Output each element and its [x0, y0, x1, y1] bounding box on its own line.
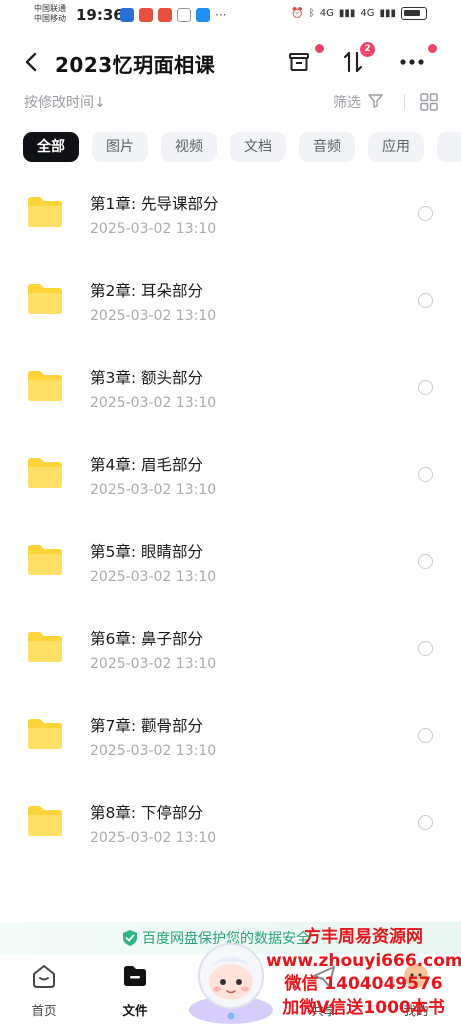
app-notification-icon: [196, 8, 210, 22]
home-icon: [33, 965, 55, 988]
file-name: 第2章: 耳朵部分: [90, 282, 204, 300]
folder-icon: [28, 197, 62, 227]
select-radio[interactable]: [418, 467, 433, 482]
signal-1: 4G: [319, 8, 334, 19]
folder-icon: [28, 458, 62, 488]
watermark-line: www.zhouyi666.com: [266, 950, 461, 971]
nav-files-label: 文件: [122, 1003, 148, 1018]
watermark-line: 方丰周易资源网: [304, 927, 423, 947]
signal-icon: ▮▮▮: [379, 8, 396, 19]
app-notification-icon: [120, 8, 134, 22]
file-name: 第3章: 额头部分: [90, 369, 204, 387]
system-status: ⏰ ᛒ 4G ▮▮▮ 4G ▮▮▮: [291, 7, 427, 20]
nav-files[interactable]: 文件: [105, 962, 165, 1019]
grid-view-icon[interactable]: [419, 92, 439, 112]
mascot-assistant-button[interactable]: [186, 932, 276, 1024]
file-date: 2025-03-02 13:10: [90, 221, 217, 237]
notification-dot: [315, 44, 324, 53]
page-title: 2023忆玥面相课: [55, 53, 216, 77]
file-name: 第6章: 鼻子部分: [90, 630, 204, 648]
status-bar: 中国联通 中国移动 19:36 ··· ⏰ ᛒ 4G ▮▮▮ 4G ▮▮▮: [0, 0, 461, 32]
signal-2: 4G: [360, 8, 375, 19]
sort-bar: 按修改时间↓ 筛选: [0, 90, 461, 114]
list-item[interactable]: 第1章: 先导课部分 2025-03-02 13:10: [0, 158, 461, 245]
sort-button[interactable]: 按修改时间↓: [24, 92, 106, 112]
watermark-line: 加微V信送1000本书: [282, 997, 445, 1018]
file-date: 2025-03-02 13:10: [90, 482, 217, 498]
file-name: 第7章: 颧骨部分: [90, 717, 204, 735]
sort-arrow-icon: ↓: [94, 95, 106, 111]
notification-dot: [428, 44, 437, 53]
paw-icon: [177, 8, 191, 22]
status-time: 19:36: [76, 6, 124, 24]
select-radio[interactable]: [418, 380, 433, 395]
carrier-info: 中国联通 中国移动: [34, 4, 66, 24]
transfer-button[interactable]: 2: [337, 42, 375, 78]
shield-icon: [123, 930, 137, 946]
file-name: 第5章: 眼睛部分: [90, 543, 204, 561]
file-date: 2025-03-02 13:10: [90, 308, 217, 324]
carrier-2: 中国移动: [34, 14, 66, 23]
list-item[interactable]: 第2章: 耳朵部分 2025-03-02 13:10: [0, 245, 461, 332]
filter-button[interactable]: 筛选: [333, 92, 361, 112]
file-list: 第1章: 先导课部分 2025-03-02 13:10 第2章: 耳朵部分 20…: [0, 158, 461, 854]
list-item[interactable]: 第5章: 眼睛部分 2025-03-02 13:10: [0, 506, 461, 593]
archive-button[interactable]: [283, 44, 324, 78]
file-date: 2025-03-02 13:10: [90, 656, 217, 672]
back-button[interactable]: [18, 48, 44, 76]
chevron-left-icon: [25, 52, 37, 72]
list-item[interactable]: 第8章: 下停部分 2025-03-02 13:10: [0, 767, 461, 854]
watermark: 方丰周易资源网 www.zhouyi666.com 微信 1404049576 …: [266, 926, 461, 1020]
app-notification-icon: [139, 8, 153, 22]
file-name: 第1章: 先导课部分: [90, 195, 219, 213]
file-name: 第4章: 眉毛部分: [90, 456, 204, 474]
folder-icon: [28, 284, 62, 314]
battery-icon: [401, 7, 427, 20]
select-radio[interactable]: [418, 728, 433, 743]
file-date: 2025-03-02 13:10: [90, 830, 217, 846]
folder-icon: [28, 719, 62, 749]
folder-icon: [28, 545, 62, 575]
more-icon: [400, 59, 424, 65]
app-notification-icon: [158, 8, 172, 22]
header: 2023忆玥面相课 2: [0, 40, 461, 86]
select-radio[interactable]: [418, 554, 433, 569]
archive-icon: [289, 53, 309, 71]
file-date: 2025-03-02 13:10: [90, 395, 217, 411]
watermark-line: 微信 1404049576: [284, 974, 443, 994]
select-radio[interactable]: [418, 206, 433, 221]
nav-home[interactable]: 首页: [14, 962, 74, 1019]
list-item[interactable]: 第6章: 鼻子部分 2025-03-02 13:10: [0, 593, 461, 680]
file-date: 2025-03-02 13:10: [90, 569, 217, 585]
list-item[interactable]: 第4章: 眉毛部分 2025-03-02 13:10: [0, 419, 461, 506]
signal-icon: ▮▮▮: [338, 8, 356, 19]
folder-icon: [28, 632, 62, 662]
list-item[interactable]: 第3章: 额头部分 2025-03-02 13:10: [0, 332, 461, 419]
more-notifications-icon: ···: [215, 8, 227, 22]
more-button[interactable]: [396, 44, 437, 78]
file-name: 第8章: 下停部分: [90, 804, 204, 822]
transfer-badge: 2: [360, 42, 375, 57]
nav-home-label: 首页: [31, 1003, 57, 1018]
folder-icon: [28, 371, 62, 401]
select-radio[interactable]: [418, 815, 433, 830]
filter-icon[interactable]: [368, 94, 384, 108]
divider: [404, 94, 405, 110]
sort-label: 按修改时间: [24, 95, 94, 111]
bluetooth-icon: ᛒ: [308, 8, 315, 19]
notification-icons: ···: [120, 8, 226, 22]
carrier-1: 中国联通: [34, 4, 66, 13]
select-radio[interactable]: [418, 293, 433, 308]
list-item[interactable]: 第7章: 颧骨部分 2025-03-02 13:10: [0, 680, 461, 767]
alarm-icon: ⏰: [291, 8, 304, 19]
file-date: 2025-03-02 13:10: [90, 743, 217, 759]
folder-icon: [28, 806, 62, 836]
select-radio[interactable]: [418, 641, 433, 656]
folder-icon: [124, 966, 146, 986]
